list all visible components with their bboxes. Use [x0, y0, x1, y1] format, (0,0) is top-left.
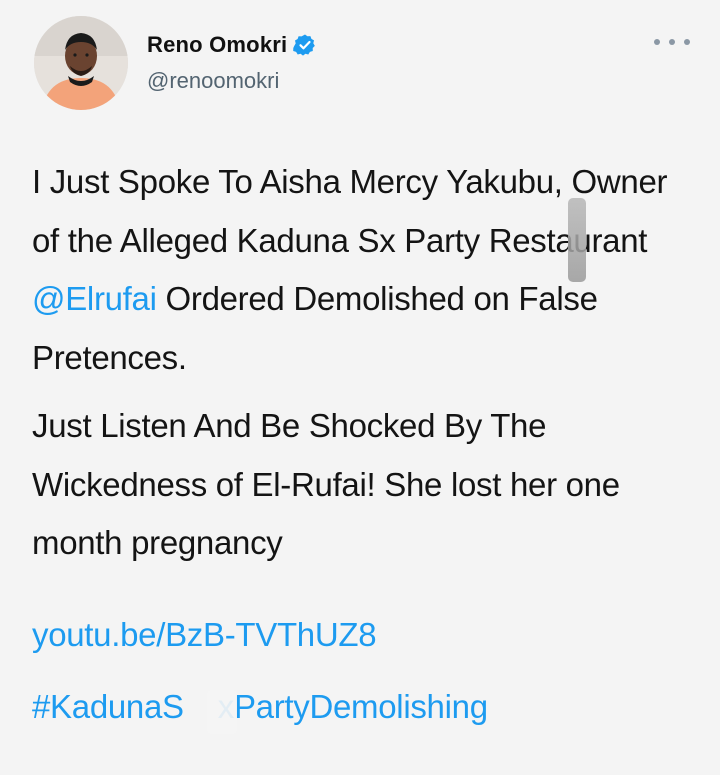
youtube-link[interactable]: youtu.be/BzB-TVThUZ8: [32, 608, 377, 662]
tweet-paragraph-1: I Just Spoke To Aisha Mercy Yakubu, Owne…: [32, 153, 692, 387]
tweet-text-segment: x Party Restaurant: [379, 221, 648, 259]
hashtag-segment: xPartyDemolishing: [217, 688, 488, 725]
more-dot: [684, 39, 690, 45]
avatar-image: [34, 16, 128, 110]
more-dot: [654, 39, 660, 45]
author-handle[interactable]: @renoomokri: [147, 68, 279, 94]
tweet-text: I Just Spoke To Aisha Mercy Yakubu, Owne…: [32, 153, 692, 583]
more-options-icon[interactable]: [654, 30, 690, 54]
verified-badge-icon: [293, 33, 317, 57]
hashtag-segment: #KadunaS: [32, 688, 184, 725]
author-display-name[interactable]: Reno Omokri: [147, 32, 287, 58]
censor-blur: [568, 198, 586, 282]
tweet-header: Reno Omokri @renoomokri: [0, 0, 720, 120]
censor-blur: [207, 690, 237, 734]
more-dot: [669, 39, 675, 45]
avatar[interactable]: [34, 16, 128, 110]
author-name-row: Reno Omokri: [147, 32, 317, 58]
tweet-paragraph-2: Just Listen And Be Shocked By The Wicked…: [32, 407, 620, 561]
hashtag-link[interactable]: #KadunaS xPartyDemolishing: [32, 680, 488, 734]
mention-link[interactable]: @Elrufai: [32, 280, 157, 317]
